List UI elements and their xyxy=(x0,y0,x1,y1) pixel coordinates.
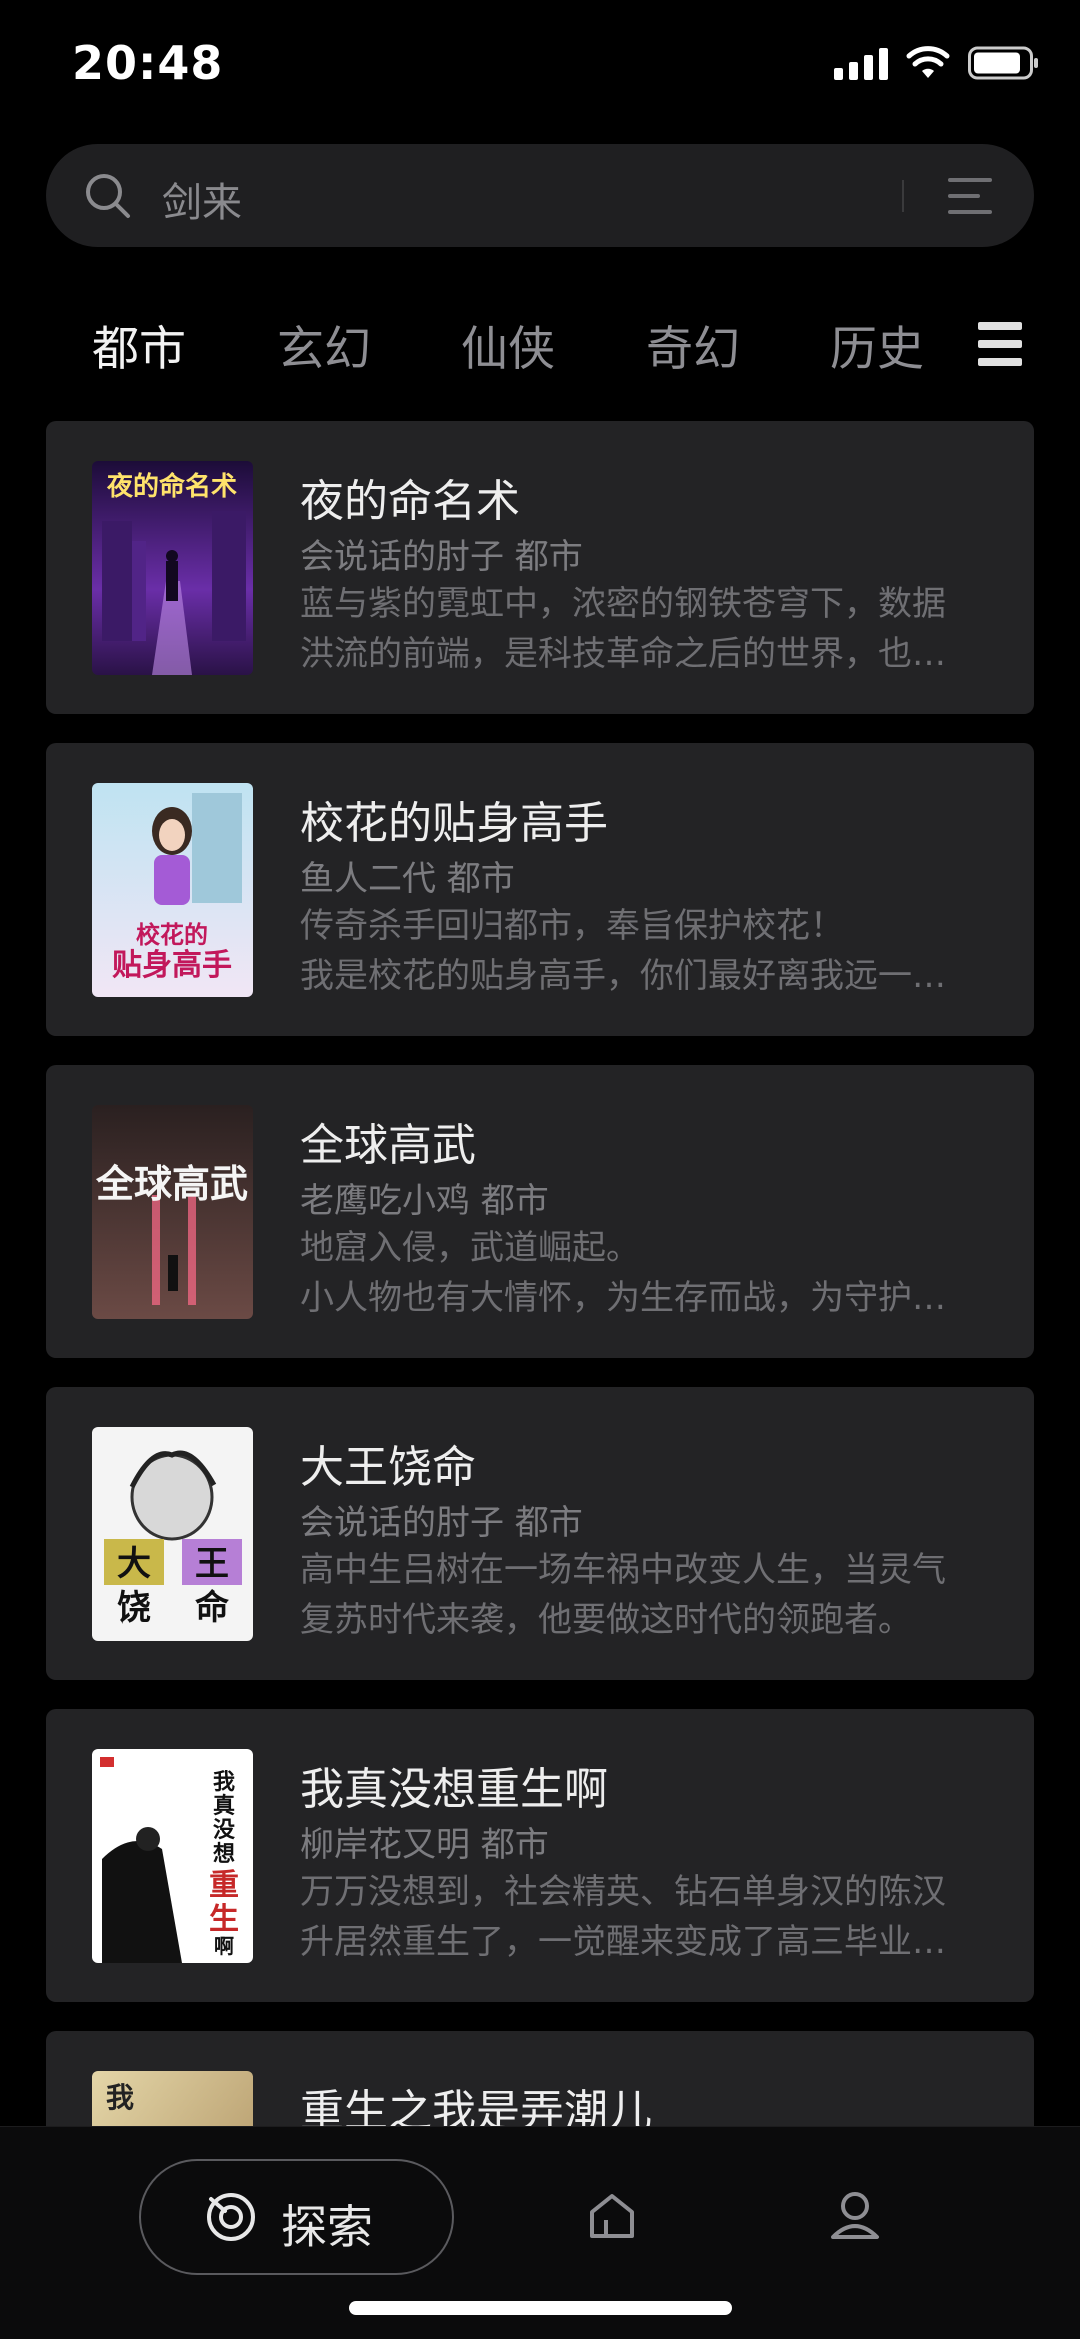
book-description-line: 万万没想到，社会精英、钻石单身汉的陈汉 xyxy=(300,1872,946,1912)
tab-qihuan[interactable]: 奇幻 xyxy=(646,310,740,379)
svg-text:我: 我 xyxy=(106,2081,134,2114)
book-author-category: 老鹰吃小鸡 都市 xyxy=(300,1181,549,1221)
book-card[interactable]: 大 王 饶 命 大王饶命 会说话的肘子 都市 高中生吕树在一场车祸中改变人生，当… xyxy=(46,1387,1034,1680)
search-bar[interactable]: 剑来 xyxy=(46,144,1034,247)
svg-text:贴身高手: 贴身高手 xyxy=(112,948,232,983)
book-card[interactable]: 夜的命名术 夜的命名术 会说话的肘子 都市 蓝与紫的霓虹中，浓密的钢铁苍穹下，数… xyxy=(46,421,1034,714)
category-tabs: 都市 玄幻 仙侠 奇幻 历史 xyxy=(0,310,1080,390)
cover-title-text: 夜的命名术 xyxy=(106,471,237,502)
book-author-category: 会说话的肘子 都市 xyxy=(300,1503,583,1543)
book-description-line: 传奇杀手回归都市，奉旨保护校花！ xyxy=(300,906,844,946)
status-icons xyxy=(834,46,1040,80)
svg-text:真: 真 xyxy=(213,1793,235,1819)
svg-text:生: 生 xyxy=(209,1902,239,1937)
book-cover: 夜的命名术 xyxy=(92,461,253,675)
book-description: 万万没想到，社会精英、钻石单身汉的陈汉 升居然重生了，一觉醒来变成了高三毕业… xyxy=(300,1867,990,1967)
wifi-icon xyxy=(906,46,950,78)
nav-explore-label: 探索 xyxy=(281,2200,373,2254)
nav-explore-button[interactable]: 探索 xyxy=(139,2159,454,2275)
book-title: 我真没想重生啊 xyxy=(300,1764,608,1815)
svg-text:大: 大 xyxy=(117,1544,151,1584)
svg-text:王: 王 xyxy=(195,1544,229,1584)
book-cover: 大 王 饶 命 xyxy=(92,1427,253,1641)
cellular-signal-icon xyxy=(834,46,888,80)
book-description: 传奇杀手回归都市，奉旨保护校花！ 我是校花的贴身高手，你们最好离我远一… xyxy=(300,901,990,1001)
svg-text:校花的: 校花的 xyxy=(136,921,208,949)
svg-text:没: 没 xyxy=(213,1817,236,1843)
app-screen: 20:48 剑来 都市 玄幻 仙侠 奇幻 历史 夜的命名术 夜的命名术 会说话的… xyxy=(0,0,1080,2339)
book-card[interactable]: 我 真 没 想 重 生 啊 我真没想重生啊 柳岸花又明 都市 万万没想到，社会精… xyxy=(46,1709,1034,2002)
search-icon xyxy=(86,174,130,218)
book-cover: 全球高武 xyxy=(92,1105,253,1319)
book-title: 校花的贴身高手 xyxy=(300,798,608,849)
book-description-line: 升居然重生了，一觉醒来变成了高三毕业… xyxy=(300,1922,946,1962)
svg-text:全球高武: 全球高武 xyxy=(95,1162,248,1206)
book-description: 地窟入侵，武道崛起。 小人物也有大情怀，为生存而战，为守护… xyxy=(300,1223,990,1323)
svg-text:我: 我 xyxy=(213,1769,235,1795)
status-time: 20:48 xyxy=(72,36,224,90)
book-card[interactable]: 校花的 贴身高手 校花的贴身高手 鱼人二代 都市 传奇杀手回归都市，奉旨保护校花… xyxy=(46,743,1034,1036)
book-description-line: 我是校花的贴身高手，你们最好离我远一… xyxy=(300,956,946,996)
book-title: 大王饶命 xyxy=(300,1442,476,1493)
book-description-line: 蓝与紫的霓虹中，浓密的钢铁苍穹下，数据 xyxy=(300,584,946,624)
book-title: 全球高武 xyxy=(300,1120,476,1171)
tab-xianxia[interactable]: 仙侠 xyxy=(461,310,555,379)
battery-icon xyxy=(968,46,1038,80)
home-icon[interactable] xyxy=(586,2190,638,2242)
profile-icon[interactable] xyxy=(829,2189,881,2241)
tab-xuanhuan[interactable]: 玄幻 xyxy=(277,310,371,379)
filter-menu-icon[interactable] xyxy=(946,172,994,220)
book-author-category: 柳岸花又明 都市 xyxy=(300,1825,549,1865)
book-title: 夜的命名术 xyxy=(300,476,520,527)
svg-text:命: 命 xyxy=(195,1588,229,1628)
book-description-line: 复苏时代来袭，他要做这时代的领跑者。 xyxy=(300,1600,912,1640)
search-divider xyxy=(902,180,904,212)
status-bar: 20:48 xyxy=(0,0,1080,130)
svg-text:啊: 啊 xyxy=(214,1934,234,1958)
tab-dushi[interactable]: 都市 xyxy=(92,310,186,379)
tab-lishi[interactable]: 历史 xyxy=(830,310,924,379)
book-card[interactable]: 全球高武 全球高武 老鹰吃小鸡 都市 地窟入侵，武道崛起。 小人物也有大情怀，为… xyxy=(46,1065,1034,1358)
svg-text:饶: 饶 xyxy=(117,1588,151,1628)
book-description: 高中生吕树在一场车祸中改变人生，当灵气 复苏时代来袭，他要做这时代的领跑者。 xyxy=(300,1545,990,1645)
search-input[interactable]: 剑来 xyxy=(162,170,242,228)
home-indicator xyxy=(349,2301,732,2315)
book-description-line: 小人物也有大情怀，为生存而战，为守护… xyxy=(300,1278,946,1318)
svg-text:想: 想 xyxy=(213,1841,235,1867)
book-author-category: 会说话的肘子 都市 xyxy=(300,537,583,577)
book-description-line: 地窟入侵，武道崛起。 xyxy=(300,1228,640,1268)
book-cover: 我 真 没 想 重 生 啊 xyxy=(92,1749,253,1963)
book-author-category: 鱼人二代 都市 xyxy=(300,859,515,899)
book-description: 蓝与紫的霓虹中，浓密的钢铁苍穹下，数据 洪流的前端，是科技革命之后的世界，也… xyxy=(300,579,990,679)
book-cover: 校花的 贴身高手 xyxy=(92,783,253,997)
book-description-line: 高中生吕树在一场车祸中改变人生，当灵气 xyxy=(300,1550,946,1590)
svg-text:重: 重 xyxy=(209,1868,239,1903)
book-description-line: 洪流的前端，是科技革命之后的世界，也… xyxy=(300,634,946,674)
category-menu-icon[interactable] xyxy=(978,322,1022,376)
explore-icon xyxy=(207,2193,255,2241)
